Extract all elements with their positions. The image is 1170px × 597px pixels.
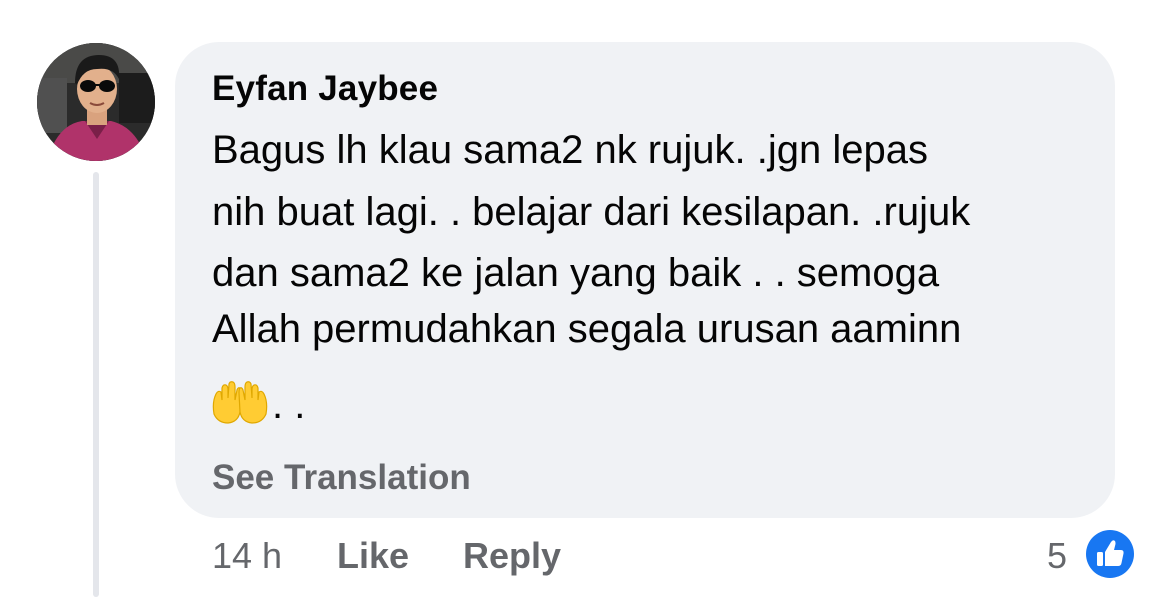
reaction-badge[interactable]	[1084, 528, 1136, 580]
comment-page: Eyfan Jaybee Bagus lh klau sama2 nk ruju…	[0, 0, 1170, 597]
reaction-count[interactable]: 5	[1047, 535, 1067, 577]
comment-text-line: Bagus lh klau sama2 nk rujuk. .jgn lepas	[212, 128, 928, 172]
comment-timestamp[interactable]: 14 h	[212, 535, 282, 577]
thumbs-up-icon	[1086, 530, 1134, 578]
thread-line	[93, 172, 99, 597]
comment-author[interactable]: Eyfan Jaybee	[212, 68, 438, 110]
comment-text-line: dan sama2 ke jalan yang baik . . semoga	[212, 251, 940, 295]
comment-emoji-line: . .	[210, 380, 305, 430]
raised-hands-icon	[210, 380, 270, 431]
avatar[interactable]	[37, 43, 155, 161]
see-translation-link[interactable]: See Translation	[212, 457, 471, 499]
reply-button[interactable]: Reply	[463, 535, 561, 577]
comment-text-line: Allah permudahkan segala urusan aaminn	[212, 307, 962, 351]
comment-text-line: nih buat lagi. . belajar dari kesilapan.…	[212, 190, 971, 234]
trailing-dots: . .	[272, 383, 306, 427]
like-button[interactable]: Like	[337, 535, 409, 577]
avatar-image	[37, 43, 155, 161]
